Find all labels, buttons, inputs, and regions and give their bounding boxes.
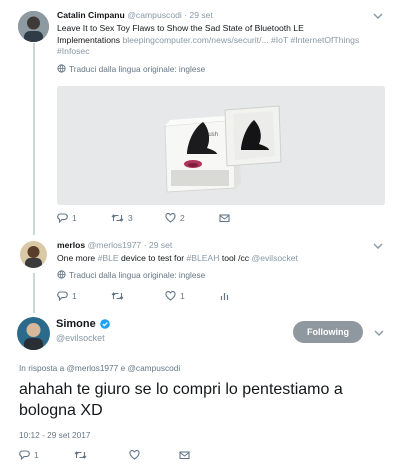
reply-button[interactable]: 1 — [57, 291, 111, 301]
chevron-down-icon[interactable] — [372, 11, 384, 21]
envelope-icon — [219, 214, 230, 223]
retweet-button[interactable] — [74, 450, 129, 460]
like-button[interactable] — [129, 450, 179, 460]
like-count: 1 — [180, 291, 185, 301]
like-count: 2 — [180, 213, 185, 223]
tweet-timestamp[interactable]: 10:12 - 29 set 2017 — [19, 430, 91, 440]
retweet-count: 3 — [128, 213, 133, 223]
heart-icon — [129, 450, 140, 460]
analytics-icon — [220, 293, 229, 300]
author-handle[interactable]: @evilsocket — [56, 333, 110, 343]
heart-icon — [165, 213, 176, 223]
tweet-merlos[interactable]: merlos @merlos1977 · 29 set One more #BL… — [0, 235, 406, 310]
retweet-icon — [111, 292, 124, 300]
hashtag[interactable]: #BLEAH — [186, 253, 219, 263]
tweet-media-image[interactable]: Hush — [57, 86, 385, 205]
main-tweet-text: ahahah te giuro se lo compri lo pentesti… — [19, 381, 343, 419]
retweet-button[interactable]: 3 — [111, 213, 165, 223]
avatar[interactable] — [18, 11, 49, 42]
reply-count: 1 — [34, 450, 39, 460]
globe-icon — [57, 270, 66, 279]
avatar[interactable] — [17, 317, 50, 350]
retweet-button[interactable] — [111, 291, 165, 301]
translate-link[interactable]: Traduci dalla lingua originale: inglese — [57, 64, 377, 74]
reply-count: 1 — [72, 291, 77, 301]
tweet-text: One more — [57, 253, 96, 263]
tweet-text: tool /cc — [221, 253, 250, 263]
avatar[interactable] — [20, 241, 47, 268]
author-name[interactable]: Simone — [56, 318, 96, 330]
message-button[interactable] — [219, 213, 273, 223]
following-button[interactable]: Following — [293, 321, 363, 343]
retweet-icon — [74, 451, 87, 459]
envelope-icon — [179, 451, 190, 460]
main-tweet: Simone @evilsocket Following In risposta… — [0, 312, 406, 469]
translate-link[interactable]: Traduci dalla lingua originale: inglese — [57, 270, 377, 280]
tweet-link[interactable]: bleepingcomputer.com/news/securit/... — [122, 35, 268, 45]
author-handle[interactable]: @merlos1977 — [88, 240, 142, 250]
reply-icon — [19, 450, 30, 460]
hashtag[interactable]: #InternetOfThings — [290, 35, 359, 45]
hashtag[interactable]: #Infosec — [57, 46, 90, 56]
reply-button[interactable]: 1 — [57, 213, 111, 223]
like-button[interactable]: 2 — [165, 213, 219, 223]
author-name[interactable]: Catalin Cimpanu — [57, 10, 125, 20]
translate-label: Traduci dalla lingua originale: inglese — [69, 269, 206, 280]
retweet-icon — [111, 214, 124, 222]
tweet-date[interactable]: · 29 set — [144, 240, 173, 250]
chevron-down-icon[interactable] — [373, 328, 385, 338]
author-name[interactable]: merlos — [57, 240, 85, 250]
reply-button[interactable]: 1 — [19, 450, 74, 460]
reply-icon — [57, 213, 68, 223]
globe-icon — [57, 64, 66, 73]
hashtag[interactable]: #BLE — [98, 253, 119, 263]
tweet-text: device to test for — [121, 253, 185, 263]
like-button[interactable]: 1 — [165, 291, 219, 301]
hashtag[interactable]: #IoT — [271, 35, 288, 45]
tweet-date[interactable]: · 29 set — [184, 10, 213, 20]
mention[interactable]: @evilsocket — [251, 253, 297, 263]
tweet-catalin[interactable]: Catalin Cimpanu @campuscodi · 29 set Lea… — [0, 0, 406, 235]
translate-label: Traduci dalla lingua originale: inglese — [69, 63, 206, 74]
analytics-button[interactable] — [219, 291, 273, 301]
heart-icon — [165, 291, 176, 301]
chevron-down-icon[interactable] — [372, 241, 384, 251]
reply-icon — [57, 291, 68, 301]
reply-count: 1 — [72, 213, 77, 223]
reply-context: In risposta a @merlos1977 e @campuscodi — [19, 363, 181, 373]
author-handle[interactable]: @campuscodi — [127, 10, 182, 20]
verified-badge-icon — [99, 319, 110, 329]
message-button[interactable] — [179, 450, 233, 460]
